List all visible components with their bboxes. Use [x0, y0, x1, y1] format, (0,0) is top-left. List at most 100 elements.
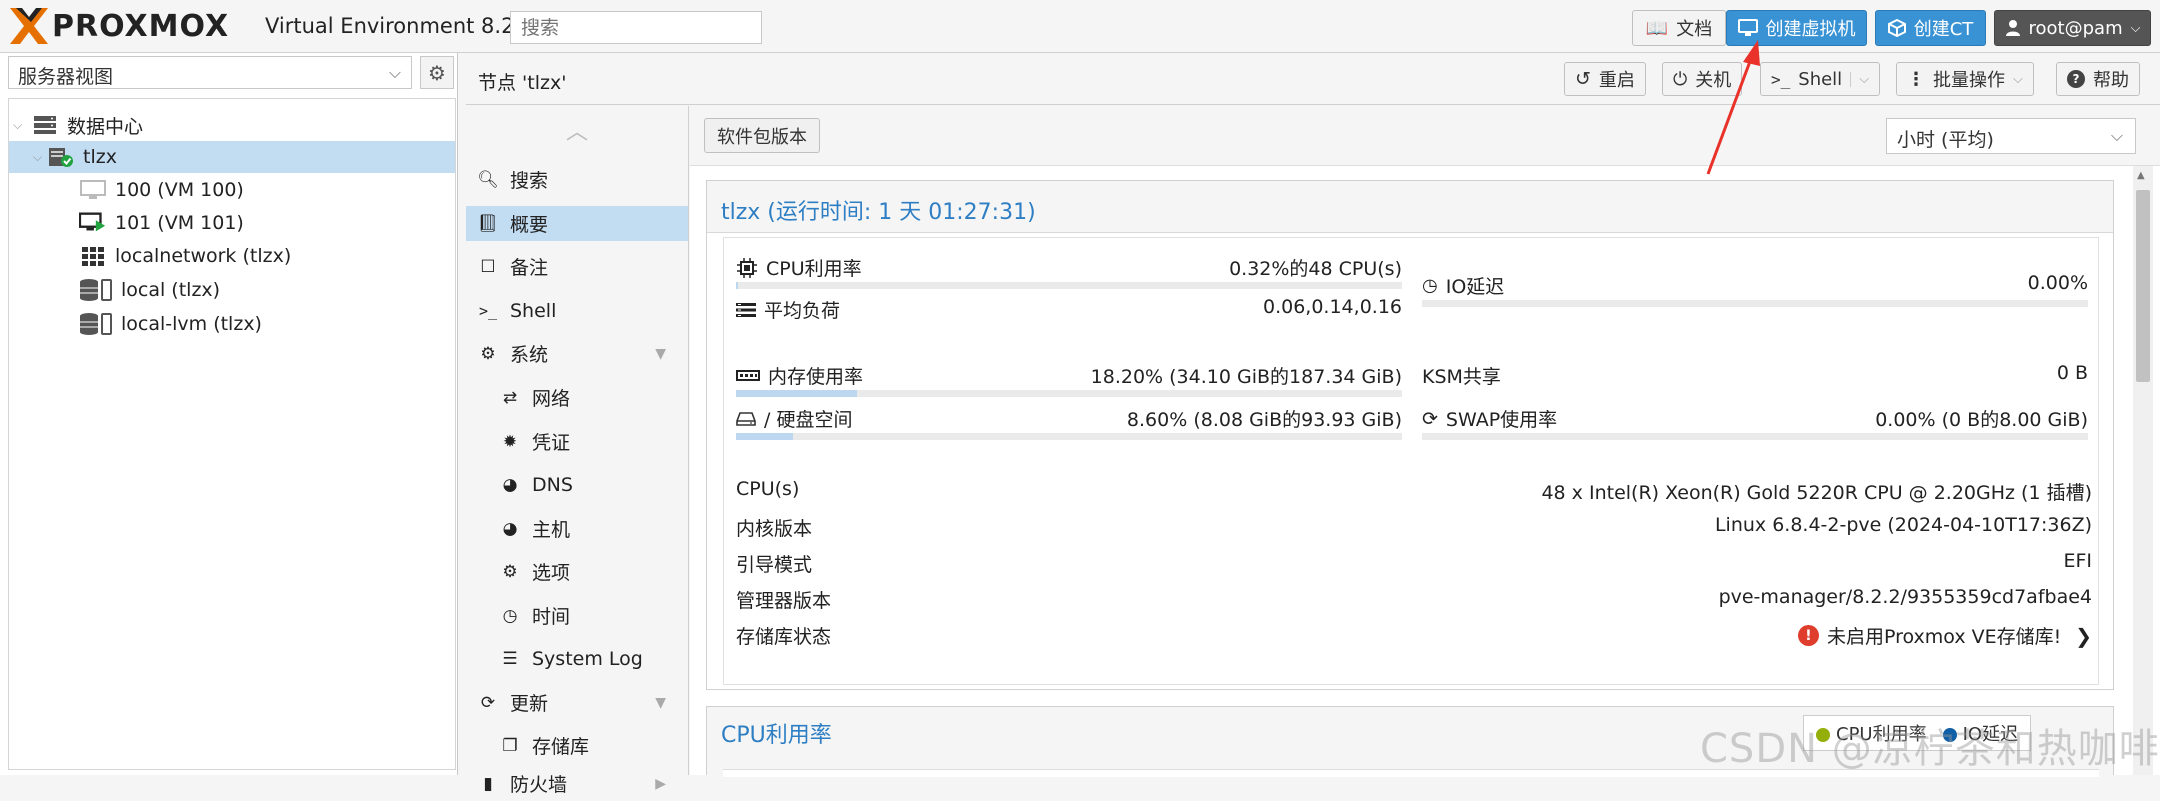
info-row-repository-status[interactable]: 存储库状态 ! 未启用Proxmox VE存储库! ❯ — [736, 618, 2092, 649]
vertical-scrollbar[interactable]: ▲ — [2133, 166, 2153, 775]
disk-space-bar-fill — [736, 433, 794, 440]
gears-icon: ⚙ — [480, 343, 496, 364]
menu-item-notes[interactable]: ☐ 备注 — [466, 249, 688, 284]
menu-item-label: 概要 — [510, 214, 549, 236]
info-key: 引导模式 — [736, 554, 813, 576]
book-icon: 📕︎ — [477, 213, 499, 234]
menu-item-time[interactable]: ◷ 时间 — [466, 598, 688, 633]
user-menu-button[interactable]: root@pam ⌵ — [1994, 10, 2151, 46]
info-key: 管理器版本 — [736, 590, 832, 612]
tree-node-vm-100[interactable]: 100 (VM 100) — [9, 174, 455, 206]
tree-node-datacenter[interactable]: ⌵ 数据中心 — [9, 109, 455, 141]
collapse-icon: ⌵ — [33, 149, 43, 164]
load-average-stat: 平均负荷 0.06,0.14,0.16 — [736, 292, 1402, 326]
menu-item-label: 备注 — [510, 257, 549, 279]
tree-node-tlzx[interactable]: ⌵ tlzx — [9, 141, 455, 173]
menu-item-dns[interactable]: ◕ DNS — [466, 467, 688, 502]
proxmox-logo[interactable]: PROXMOX — [8, 6, 229, 46]
scroll-up-icon[interactable]: ▲ — [2137, 170, 2145, 181]
swap-usage-bar — [1422, 433, 2088, 440]
menu-item-system-log[interactable]: ☰ System Log — [466, 641, 688, 676]
user-label: root@pam — [2028, 17, 2123, 39]
clock-icon: ◷ — [502, 605, 518, 626]
io-delay-bar — [1422, 300, 2088, 307]
info-row-manager-version: 管理器版本 pve-manager/8.2.2/9355359cd7afbae4 — [736, 582, 2092, 612]
vm-stopped-icon — [79, 179, 107, 201]
tree-node-local-storage[interactable]: local (tlzx) — [9, 274, 455, 306]
menu-item-label: 选项 — [532, 562, 571, 584]
timeframe-selector[interactable]: 小时 (平均) ⌵ — [1886, 118, 2136, 154]
refresh-icon: ⟳ — [1422, 407, 1438, 430]
tree-node-localnetwork[interactable]: localnetwork (tlzx) — [9, 240, 455, 272]
node-status-panel: tlzx (运行时间: 1 天 01:27:31) CPU利用率 0.32%的4… — [706, 180, 2114, 690]
shell-label: Shell — [1798, 68, 1843, 90]
tree-node-label: tlzx — [83, 146, 117, 168]
info-key: 内核版本 — [736, 518, 813, 540]
menu-item-network[interactable]: ⇄ 网络 — [466, 380, 688, 415]
disk-space-bar — [736, 433, 1402, 440]
load-average-label: 平均负荷 — [764, 300, 841, 322]
menu-item-summary[interactable]: 📕︎ 概要 — [466, 206, 688, 241]
storage-icon — [79, 279, 113, 301]
reboot-button[interactable]: ↺ 重启 — [1564, 62, 1646, 96]
ksm-sharing-label: KSM共享 — [1422, 366, 1501, 388]
chevron-up-icon[interactable]: ︿ — [566, 114, 588, 146]
search-input[interactable] — [510, 11, 762, 44]
docs-label: 文档 — [1676, 19, 1713, 40]
clock-icon: ◷ — [1422, 275, 1438, 296]
menu-item-repositories[interactable]: ❐ 存储库 — [466, 728, 688, 763]
io-delay-value: 0.00% — [2027, 272, 2088, 294]
chevron-down-icon: ⌵ — [2013, 71, 2023, 87]
menu-item-certificates[interactable]: ✹ 凭证 — [466, 424, 688, 459]
shell-button[interactable]: >_ Shell ⌵ — [1760, 62, 1881, 96]
files-icon: ❐ — [502, 735, 518, 756]
cpu-chip-icon — [737, 257, 757, 278]
tree-node-label: 100 (VM 100) — [115, 179, 244, 201]
create-vm-button[interactable]: 创建虚拟机 — [1726, 10, 1867, 46]
cpu-usage-bar — [736, 282, 1402, 289]
menu-item-label: 系统 — [510, 344, 549, 366]
proxmox-wordmark: PROXMOX — [52, 8, 230, 44]
package-versions-button[interactable]: 软件包版本 — [704, 118, 820, 153]
hdd-icon — [736, 411, 756, 426]
create-ct-button[interactable]: 创建CT — [1875, 10, 1986, 46]
chevron-right-icon[interactable]: ❯ — [2075, 624, 2092, 648]
vertical-ellipsis-icon: ⋮ — [1907, 68, 1925, 90]
chevron-down-icon[interactable]: ▼ — [655, 695, 666, 711]
menu-item-hosts[interactable]: ◕ 主机 — [466, 511, 688, 546]
tree-node-label: 101 (VM 101) — [115, 212, 244, 234]
menu-item-firewall[interactable]: ▮ 防火墙 ▶ — [466, 766, 688, 801]
menu-item-options[interactable]: ⚙ 选项 — [466, 554, 688, 589]
bulk-actions-button[interactable]: ⋮ 批量操作 ⌵ — [1896, 62, 2034, 96]
refresh-icon: ↺ — [1575, 68, 1591, 90]
terminal-icon: >_ — [1771, 69, 1791, 89]
menu-item-shell[interactable]: >_ Shell — [466, 293, 688, 328]
help-button[interactable]: ? 帮助 — [2056, 62, 2140, 96]
menu-item-search[interactable]: 🔍︎ 搜索 — [466, 162, 688, 197]
tree-node-vm-101[interactable]: 101 (VM 101) — [9, 207, 455, 239]
docs-button[interactable]: 📖 文档 — [1632, 10, 1726, 46]
menu-item-updates[interactable]: ⟳ 更新 ▼ — [466, 685, 688, 720]
load-average-value: 0.06,0.14,0.16 — [1263, 296, 1402, 318]
chevron-down-icon[interactable]: ▼ — [655, 346, 666, 362]
info-value: Linux 6.8.4-2-pve (2024-04-10T17:36Z) — [1714, 514, 2092, 536]
tree-node-local-lvm-storage[interactable]: local-lvm (tlzx) — [9, 308, 455, 340]
chevron-down-icon[interactable]: ⌵ — [1850, 71, 1869, 87]
view-selector[interactable]: 服务器视图 ⌵ — [8, 56, 412, 89]
shutdown-label: 关机 — [1695, 70, 1732, 91]
cpu-usage-label: CPU利用率 — [766, 258, 862, 280]
gear-icon[interactable]: ⚙ — [420, 56, 454, 89]
node-menu: ︿ 🔍︎ 搜索 📕︎ 概要 ☐ 备注 >_ Shell ⚙ 系统 ▼ ⇄ 网络 … — [466, 106, 689, 796]
menu-item-label: DNS — [532, 473, 573, 496]
cpu-chart-title: CPU利用率 — [721, 723, 832, 748]
timeframe-label: 小时 (平均) — [1897, 129, 1994, 151]
list-icon: ☰ — [502, 648, 518, 669]
chevron-right-icon[interactable]: ▶ — [655, 776, 666, 792]
book-icon: 📖 — [1645, 17, 1669, 39]
network-grid-icon — [79, 245, 107, 267]
scrollbar-thumb[interactable] — [2136, 190, 2150, 382]
menu-item-system[interactable]: ⚙ 系统 ▼ — [466, 336, 688, 371]
shutdown-button[interactable]: ⏻ 关机 — [1662, 62, 1743, 96]
tree-node-label: local-lvm (tlzx) — [121, 313, 262, 335]
summary-toolbar: 软件包版本 小时 (平均) ⌵ — [690, 106, 2160, 166]
